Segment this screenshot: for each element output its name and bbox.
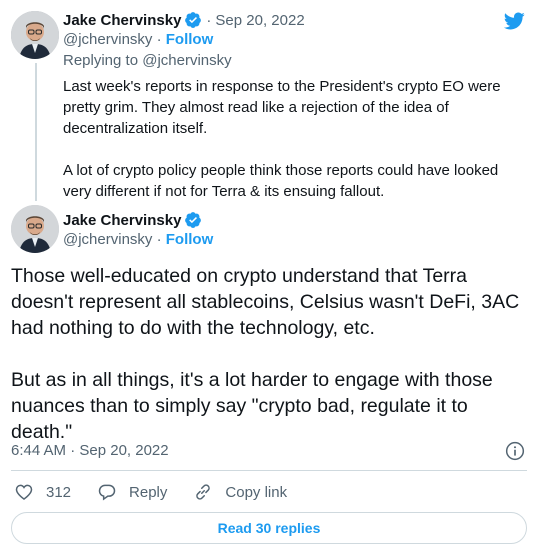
reply-label: Reply [129, 483, 168, 501]
link-icon [196, 484, 211, 500]
main-tweet-text: Those well-educated on crypto understand… [11, 263, 531, 471]
main-name-line: Jake Chervinsky [63, 211, 202, 229]
like-count: 312 [46, 483, 72, 501]
main-display-name[interactable]: Jake Chervinsky [63, 212, 181, 229]
parent-handle-line: @jchervinsky · Follow [63, 31, 213, 48]
main-handle[interactable]: @jchervinsky [63, 231, 152, 248]
parent-handle[interactable]: @jchervinsky [63, 31, 152, 48]
dot-separator: · [156, 31, 162, 48]
parent-date[interactable]: Sep 20, 2022 [215, 12, 304, 29]
info-icon[interactable] [505, 441, 525, 461]
like-button[interactable]: 312 [14, 482, 71, 502]
verified-badge-icon [185, 12, 202, 28]
parent-follow-button[interactable]: Follow [166, 31, 214, 48]
main-follow-button[interactable]: Follow [166, 231, 214, 248]
copy-link-label: Copy link [225, 483, 288, 501]
divider [11, 470, 527, 471]
main-paragraph-1: Those well-educated on crypto understand… [11, 265, 520, 339]
dot-separator: · [156, 231, 162, 248]
read-replies-button[interactable]: Read 30 replies [11, 512, 527, 544]
copy-link-button[interactable]: Copy link [193, 482, 287, 502]
main-handle-line: @jchervinsky · Follow [63, 231, 213, 248]
thread-connector [35, 63, 37, 201]
reply-icon [98, 484, 116, 501]
verified-badge-icon [185, 212, 202, 228]
parent-tweet-text: Last week's reports in response to the P… [63, 76, 523, 223]
heart-icon [15, 484, 33, 501]
action-bar: 312 Reply Copy link [14, 482, 313, 502]
parent-avatar[interactable] [11, 11, 59, 59]
parent-name-line: Jake Chervinsky · Sep 20, 2022 [63, 11, 305, 29]
parent-paragraph-1: Last week's reports in response to the P… [63, 78, 501, 137]
parent-paragraph-2: A lot of crypto policy people think thos… [63, 162, 499, 200]
reply-button[interactable]: Reply [97, 482, 167, 502]
parent-display-name[interactable]: Jake Chervinsky [63, 12, 181, 29]
tweet-timestamp[interactable]: 6:44 AM · Sep 20, 2022 [11, 442, 169, 459]
dot-separator: · [206, 11, 212, 29]
main-paragraph-2: But as in all things, it's a lot harder … [11, 369, 493, 443]
replying-to: Replying to @jchervinsky [63, 52, 232, 69]
main-avatar[interactable] [11, 205, 59, 253]
twitter-bird-icon[interactable] [502, 10, 526, 32]
